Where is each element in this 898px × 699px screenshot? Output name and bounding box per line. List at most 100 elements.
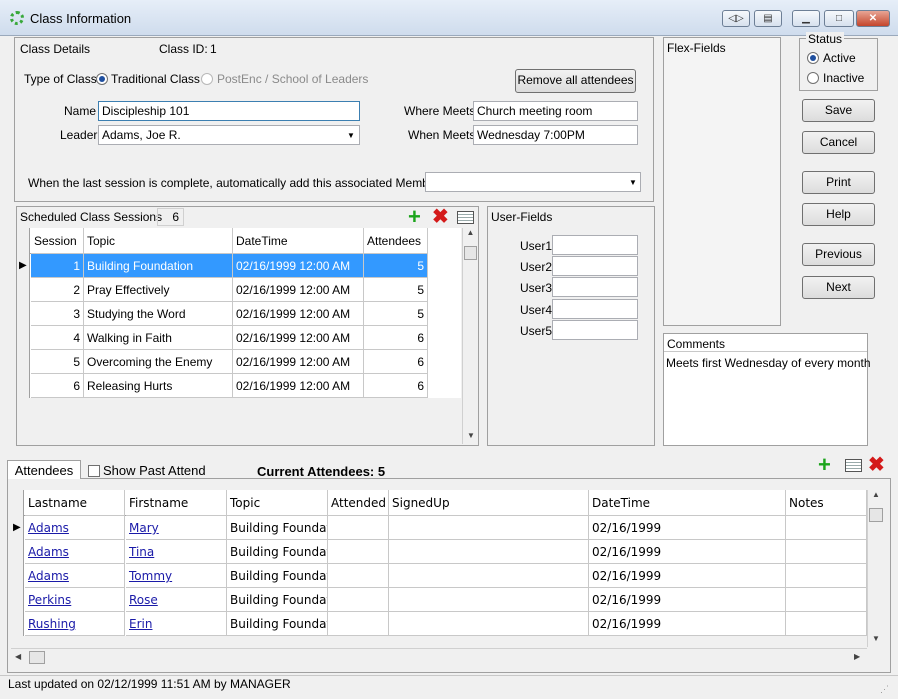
- attendee-cell[interactable]: Mary: [126, 516, 227, 540]
- session-cell[interactable]: 5: [31, 350, 84, 374]
- show-past-attend-checkbox[interactable]: [88, 465, 100, 477]
- scroll-up-icon[interactable]: ▲: [868, 490, 884, 499]
- school-of-leaders-radio[interactable]: [201, 73, 213, 85]
- column-header-session[interactable]: Session: [31, 228, 84, 254]
- session-cell[interactable]: 2: [31, 278, 84, 302]
- session-cell[interactable]: 4: [31, 326, 84, 350]
- firstname-link[interactable]: Erin: [129, 617, 152, 631]
- column-header-notes[interactable]: Notes: [786, 490, 867, 516]
- traditional-class-radio[interactable]: [96, 73, 108, 85]
- attendee-cell[interactable]: Building Foundati: [227, 588, 328, 612]
- scroll-right-icon[interactable]: ▶: [854, 652, 860, 661]
- attendee-cell[interactable]: Adams: [25, 516, 125, 540]
- attendee-cell[interactable]: Building Foundati: [227, 564, 328, 588]
- attendee-cell[interactable]: 02/16/1999: [589, 612, 786, 636]
- session-cell[interactable]: 6: [364, 326, 428, 350]
- when-meets-input[interactable]: Wednesday 7:00PM: [473, 125, 638, 145]
- member-step-select[interactable]: [425, 172, 641, 192]
- session-cell[interactable]: 1: [31, 254, 84, 278]
- attendee-cell[interactable]: Rose: [126, 588, 227, 612]
- column-header-attended[interactable]: Attended: [328, 490, 389, 516]
- session-cell[interactable]: Releasing Hurts: [84, 374, 233, 398]
- lastname-link[interactable]: Perkins: [28, 593, 71, 607]
- attendee-cell[interactable]: 02/16/1999: [589, 564, 786, 588]
- session-cell[interactable]: 02/16/1999 12:00 AM: [233, 278, 364, 302]
- session-cell[interactable]: 5: [364, 278, 428, 302]
- attendee-cell[interactable]: Building Foundati: [227, 516, 328, 540]
- attendee-cell[interactable]: Erin: [126, 612, 227, 636]
- next-button[interactable]: Next: [802, 276, 875, 299]
- session-cell[interactable]: 5: [364, 302, 428, 326]
- sessions-scrollbar[interactable]: ▲ ▼: [462, 228, 478, 444]
- attendee-cell[interactable]: [389, 516, 589, 540]
- session-cell[interactable]: Pray Effectively: [84, 278, 233, 302]
- lastname-link[interactable]: Adams: [28, 521, 69, 535]
- leader-select[interactable]: Adams, Joe R.: [98, 125, 360, 145]
- scroll-up-icon[interactable]: ▲: [463, 228, 478, 237]
- attendee-cell[interactable]: [389, 540, 589, 564]
- cancel-button[interactable]: Cancel: [802, 131, 875, 154]
- active-radio[interactable]: [807, 52, 819, 64]
- session-cell[interactable]: 3: [31, 302, 84, 326]
- add-attendee-icon[interactable]: +: [818, 454, 831, 476]
- navigate-icon[interactable]: ◁▷: [722, 10, 750, 27]
- attendee-cell[interactable]: Adams: [25, 564, 125, 588]
- column-header-datetime[interactable]: DateTime: [233, 228, 364, 254]
- export-icon[interactable]: ▤: [754, 10, 782, 27]
- session-cell[interactable]: 5: [364, 254, 428, 278]
- user4-input[interactable]: [552, 299, 638, 319]
- attendee-cell[interactable]: [786, 564, 867, 588]
- session-cell[interactable]: Studying the Word: [84, 302, 233, 326]
- firstname-link[interactable]: Tina: [129, 545, 154, 559]
- scroll-thumb[interactable]: [464, 246, 477, 260]
- attendee-cell[interactable]: [786, 612, 867, 636]
- firstname-link[interactable]: Mary: [129, 521, 159, 535]
- session-cell[interactable]: 6: [31, 374, 84, 398]
- session-cell[interactable]: 02/16/1999 12:00 AM: [233, 374, 364, 398]
- attendee-cell[interactable]: [389, 564, 589, 588]
- user5-input[interactable]: [552, 320, 638, 340]
- attendee-cell[interactable]: [328, 612, 389, 636]
- attendee-cell[interactable]: [389, 612, 589, 636]
- user3-input[interactable]: [552, 277, 638, 297]
- attendee-cell[interactable]: [328, 540, 389, 564]
- session-cell[interactable]: 02/16/1999 12:00 AM: [233, 326, 364, 350]
- firstname-link[interactable]: Rose: [129, 593, 158, 607]
- session-cell[interactable]: 02/16/1999 12:00 AM: [233, 302, 364, 326]
- attendees-vscrollbar[interactable]: ▲ ▼: [867, 490, 884, 647]
- attendee-cell[interactable]: 02/16/1999: [589, 516, 786, 540]
- session-cell[interactable]: 02/16/1999 12:00 AM: [233, 350, 364, 374]
- column-header-attendees[interactable]: Attendees: [364, 228, 428, 254]
- attendee-cell[interactable]: 02/16/1999: [589, 588, 786, 612]
- attendee-cell[interactable]: Adams: [25, 540, 125, 564]
- column-header-topic[interactable]: Topic: [227, 490, 328, 516]
- attendee-cell[interactable]: [786, 516, 867, 540]
- save-button[interactable]: Save: [802, 99, 875, 122]
- session-cell[interactable]: 6: [364, 350, 428, 374]
- previous-button[interactable]: Previous: [802, 243, 875, 266]
- attendee-cell[interactable]: [328, 564, 389, 588]
- comments-text[interactable]: Meets first Wednesday of every month: [666, 356, 871, 370]
- attendee-cell[interactable]: Tina: [126, 540, 227, 564]
- session-cell[interactable]: Walking in Faith: [84, 326, 233, 350]
- resize-grip-icon[interactable]: ⋰: [880, 684, 889, 695]
- maximize-button[interactable]: □: [824, 10, 854, 27]
- attendee-cell[interactable]: [328, 516, 389, 540]
- column-header-topic[interactable]: Topic: [84, 228, 233, 254]
- column-header-lastname[interactable]: Lastname: [25, 490, 125, 516]
- inactive-radio[interactable]: [807, 72, 819, 84]
- delete-attendee-icon[interactable]: ✖: [868, 455, 885, 475]
- session-cell[interactable]: Overcoming the Enemy: [84, 350, 233, 374]
- attendee-cell[interactable]: [328, 588, 389, 612]
- attendee-cell[interactable]: 02/16/1999: [589, 540, 786, 564]
- scroll-left-icon[interactable]: ◀: [15, 652, 21, 661]
- session-cell[interactable]: 6: [364, 374, 428, 398]
- scroll-thumb[interactable]: [869, 508, 883, 522]
- scroll-down-icon[interactable]: ▼: [872, 634, 880, 643]
- add-session-icon[interactable]: +: [408, 206, 421, 228]
- attendee-cell[interactable]: [389, 588, 589, 612]
- session-cell[interactable]: 02/16/1999 12:00 AM: [233, 254, 364, 278]
- lastname-link[interactable]: Adams: [28, 569, 69, 583]
- column-header-datetime[interactable]: DateTime: [589, 490, 786, 516]
- session-cell[interactable]: Building Foundation: [84, 254, 233, 278]
